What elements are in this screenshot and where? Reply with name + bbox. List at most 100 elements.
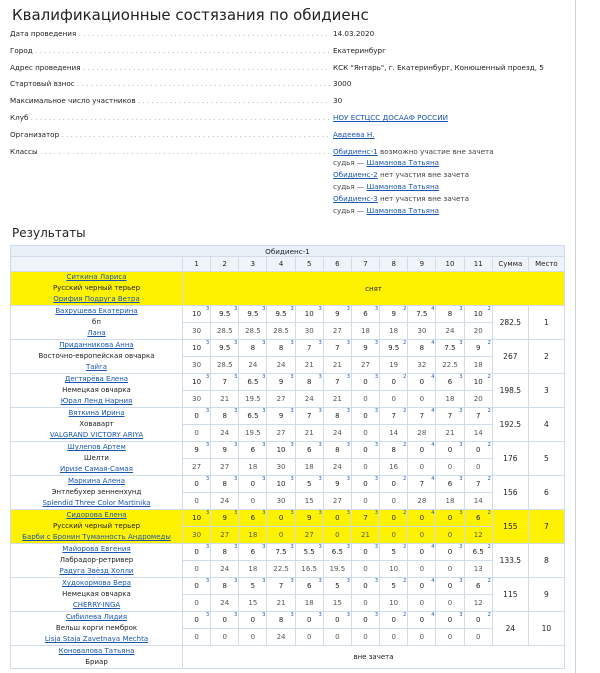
- score-cell: 03: [181, 577, 212, 595]
- place-cell: 6: [527, 475, 566, 510]
- handler-link[interactable]: Коновалова Татьяна: [12, 647, 182, 658]
- score-cell: 7.5 3: [435, 339, 465, 357]
- points-cell: 27: [210, 458, 240, 476]
- points-cell: 0: [379, 492, 409, 510]
- score-cell: 9.5 2: [379, 339, 409, 357]
- score-value: 8: [306, 378, 312, 386]
- coefficient: 4: [431, 408, 435, 414]
- info-link[interactable]: НОУ ЕСТЦСС ДОСААФ РОССИИ: [333, 113, 448, 122]
- score-value: 9: [278, 412, 284, 420]
- score-value: 7: [335, 344, 340, 352]
- handler-link[interactable]: Сидорова Елена: [12, 511, 182, 522]
- points-cell: 0: [435, 594, 465, 612]
- judge-link[interactable]: Шаманова Татьяна: [367, 158, 440, 167]
- score-value: 7.5: [275, 548, 287, 556]
- handler-link[interactable]: Вяткина Ирина: [12, 409, 182, 420]
- dog-link[interactable]: Lisja Staja Zavetnaya Mechta: [12, 634, 182, 645]
- handler-link[interactable]: Маркина Алена: [12, 477, 182, 488]
- coefficient: 2: [403, 408, 407, 414]
- score-value: 9: [222, 514, 227, 522]
- score-value: 0: [250, 616, 256, 624]
- score-value: 0: [363, 412, 368, 420]
- info-row: Дата проведения14.03.2020: [10, 29, 550, 46]
- class-link[interactable]: Обидиенс-3: [333, 194, 378, 203]
- info-link[interactable]: Авдеева Н.: [333, 130, 375, 139]
- handler-link[interactable]: Дегтярёва Елена: [12, 375, 182, 386]
- points-cell: 30: [181, 390, 212, 408]
- class-link[interactable]: Обидиенс-2: [333, 170, 378, 179]
- coefficient: 3: [290, 340, 294, 346]
- results-table: Обидиенс-1 1 2 3 4 5 6 7 8 9 10 11 Сумма Место Ситки…: [10, 245, 566, 669]
- points-cell: 12: [463, 526, 493, 544]
- score-cell: 6.5 3: [238, 407, 268, 425]
- dog-link[interactable]: Splendid Three Color Martinika: [12, 498, 182, 509]
- header-participant: [10, 256, 183, 272]
- score-value: 0: [391, 616, 396, 624]
- dog-link[interactable]: Лана: [12, 328, 182, 339]
- table-row: Шулепов Артем Шелти Иризе Самая-Самая 9 3 9 3 6…: [10, 441, 566, 476]
- score-cell: 02: [379, 475, 409, 493]
- coefficient: 3: [346, 306, 350, 312]
- info-value: КСК "Янтарь", г. Екатеринбург, Конюшенны…: [333, 62, 544, 72]
- info-row: Максимальное число участников30: [10, 96, 550, 113]
- score-value: 0: [335, 514, 340, 522]
- score-cell: 03: [238, 475, 268, 493]
- points-cell: 0: [181, 594, 212, 612]
- score-cell: 83: [322, 407, 352, 425]
- points-cell: 0: [210, 628, 240, 646]
- column-header: 10: [435, 256, 465, 272]
- participant-cell: Шулепов Артем Шелти Иризе Самая-Самая: [10, 441, 183, 476]
- judge-link[interactable]: Шаманова Татьяна: [367, 182, 440, 191]
- points-cell: 0: [435, 628, 465, 646]
- coefficient: 3: [262, 476, 266, 482]
- points-cell: 30: [294, 322, 324, 340]
- score-value: 6.5: [472, 548, 484, 556]
- dog-link[interactable]: CHERRY-INGA: [12, 600, 182, 611]
- table-row: Худокормова Вера Немецкая овчарка CHERRY-I…: [10, 577, 566, 612]
- dog-link[interactable]: Орифия Подруга Ветра: [12, 294, 182, 305]
- score-value: 10: [192, 378, 202, 386]
- score-cell: 03: [322, 509, 352, 527]
- score-cell: 63: [435, 475, 465, 493]
- sum-cell: 155: [491, 509, 529, 544]
- points-cell: 24: [435, 322, 465, 340]
- handler-link[interactable]: Вахрушева Екатерина: [12, 307, 182, 318]
- info-label: Город: [10, 46, 330, 55]
- score-value: 10: [304, 310, 314, 318]
- dog-link[interactable]: Радуга Звёзд Холли: [12, 566, 182, 577]
- dog-link[interactable]: Тайга: [12, 362, 182, 373]
- score-cell: 52: [379, 543, 409, 561]
- coefficient: 3: [205, 544, 210, 550]
- judge-prefix: судья —: [333, 205, 367, 215]
- handler-link[interactable]: Приданникова Анна: [12, 341, 182, 352]
- handler-link[interactable]: Худокормова Вера: [12, 579, 182, 590]
- points-cell: 15: [238, 594, 268, 612]
- score-value: 0: [447, 548, 453, 556]
- points-cell: 10: [379, 560, 409, 578]
- score-cell: 72: [379, 407, 409, 425]
- place-cell: 4: [527, 407, 566, 442]
- dog-link[interactable]: VALGRAND VICTORY ARIYA: [12, 430, 182, 441]
- coefficient: 2: [403, 374, 407, 380]
- points-cell: 0: [350, 628, 381, 646]
- dog-link[interactable]: Иризе Самая-Самая: [12, 464, 182, 475]
- dog-link[interactable]: Юрал Ленд Нарния: [12, 396, 182, 407]
- dog-link[interactable]: Барби с Бронин Туманность Андромеды: [12, 532, 182, 543]
- handler-link[interactable]: Ситкина Лариса: [12, 273, 182, 284]
- score-value: 8: [222, 582, 227, 590]
- score-value: 9: [335, 310, 340, 318]
- handler-link[interactable]: Шулепов Артем: [12, 443, 182, 454]
- points-cell: 21: [322, 356, 352, 374]
- score-value: 9: [363, 344, 368, 352]
- sum-cell: 156: [491, 475, 529, 510]
- coefficient: 3: [374, 578, 379, 584]
- handler-link[interactable]: Майорова Евгения: [12, 545, 182, 556]
- sum-cell: 267: [491, 339, 529, 374]
- score-value: 8: [222, 548, 227, 556]
- coefficient: 2: [487, 476, 491, 482]
- coefficient: 3: [290, 374, 294, 380]
- handler-link[interactable]: Сибилева Лидия: [12, 613, 182, 624]
- coefficient: 3: [262, 408, 266, 414]
- judge-link[interactable]: Шаманова Татьяна: [367, 206, 440, 215]
- class-link[interactable]: Обидиенс-1: [333, 147, 378, 156]
